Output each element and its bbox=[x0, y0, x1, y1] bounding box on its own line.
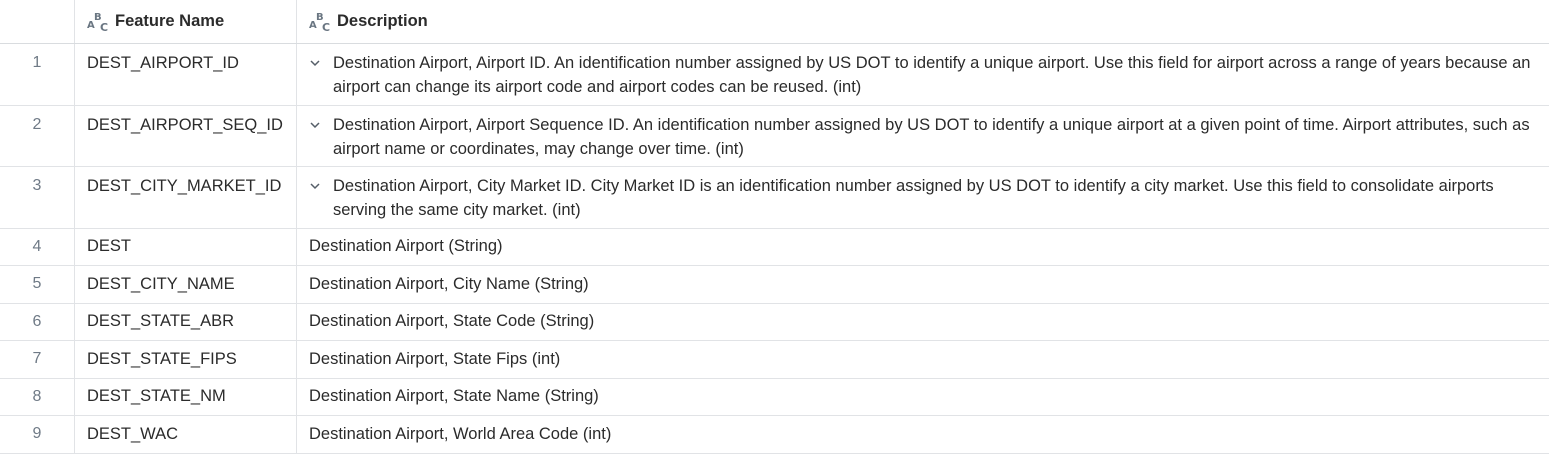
table-row[interactable]: 3 DEST_CITY_MARKET_ID Destination Airpor… bbox=[0, 167, 1549, 229]
feature-name-cell[interactable]: DEST_STATE_FIPS bbox=[75, 341, 297, 378]
row-number: 5 bbox=[0, 266, 75, 303]
table-row[interactable]: 9 DEST_WAC Destination Airport, World Ar… bbox=[0, 416, 1549, 454]
row-number: 7 bbox=[0, 341, 75, 378]
table-row[interactable]: 6 DEST_STATE_ABR Destination Airport, St… bbox=[0, 303, 1549, 341]
abc-text-type-icon: ABC bbox=[309, 11, 331, 34]
description-cell[interactable]: Destination Airport, City Market ID. Cit… bbox=[297, 167, 1549, 228]
table-row[interactable]: 7 DEST_STATE_FIPS Destination Airport, S… bbox=[0, 341, 1549, 379]
table-header-row: ABC Feature Name ABC Description bbox=[0, 0, 1549, 44]
table-row[interactable]: 2 DEST_AIRPORT_SEQ_ID Destination Airpor… bbox=[0, 105, 1549, 167]
feature-name-cell[interactable]: DEST_AIRPORT_SEQ_ID bbox=[75, 105, 297, 166]
description-cell[interactable]: Destination Airport, Airport Sequence ID… bbox=[297, 106, 1549, 167]
feature-name-cell[interactable]: DEST_WAC bbox=[75, 416, 297, 453]
abc-text-type-icon: ABC bbox=[87, 11, 109, 34]
table-row[interactable]: 4 DEST Destination Airport (String) bbox=[0, 228, 1549, 266]
table-row[interactable]: 8 DEST_STATE_NM Destination Airport, Sta… bbox=[0, 378, 1549, 416]
description-cell[interactable]: Destination Airport, State Name (String) bbox=[297, 379, 1549, 416]
row-number: 4 bbox=[0, 228, 75, 265]
chevron-down-icon[interactable] bbox=[309, 57, 321, 69]
description-cell[interactable]: Destination Airport, State Fips (int) bbox=[297, 341, 1549, 378]
feature-name-cell[interactable]: DEST bbox=[75, 228, 297, 265]
row-number: 8 bbox=[0, 378, 75, 415]
data-table: ABC Feature Name ABC Description 1 DEST_… bbox=[0, 0, 1549, 454]
row-number: 2 bbox=[0, 105, 75, 166]
description-cell[interactable]: Destination Airport, Airport ID. An iden… bbox=[297, 44, 1549, 105]
table-row[interactable]: 1 DEST_AIRPORT_ID Destination Airport, A… bbox=[0, 44, 1549, 106]
row-number: 9 bbox=[0, 416, 75, 453]
description-cell[interactable]: Destination Airport, State Code (String) bbox=[297, 304, 1549, 341]
feature-name-cell[interactable]: DEST_AIRPORT_ID bbox=[75, 44, 297, 105]
description-text: Destination Airport, Airport ID. An iden… bbox=[333, 54, 1531, 96]
row-number: 3 bbox=[0, 167, 75, 228]
description-cell[interactable]: Destination Airport, World Area Code (in… bbox=[297, 416, 1549, 453]
chevron-down-icon[interactable] bbox=[309, 180, 321, 192]
row-number: 1 bbox=[0, 44, 75, 105]
column-header-feature-name[interactable]: ABC Feature Name bbox=[75, 0, 297, 43]
column-header-description[interactable]: ABC Description bbox=[297, 0, 1549, 43]
description-cell[interactable]: Destination Airport, City Name (String) bbox=[297, 266, 1549, 303]
description-text: Destination Airport, Airport Sequence ID… bbox=[333, 115, 1530, 158]
row-number: 6 bbox=[0, 303, 75, 340]
table-row[interactable]: 5 DEST_CITY_NAME Destination Airport, Ci… bbox=[0, 266, 1549, 304]
description-text: Destination Airport, City Market ID. Cit… bbox=[333, 177, 1494, 219]
column-header-label: Feature Name bbox=[115, 12, 225, 30]
description-cell[interactable]: Destination Airport (String) bbox=[297, 229, 1549, 266]
feature-name-cell[interactable]: DEST_CITY_MARKET_ID bbox=[75, 167, 297, 228]
row-number-header bbox=[0, 0, 75, 43]
column-header-label: Description bbox=[337, 12, 428, 30]
feature-name-cell[interactable]: DEST_STATE_ABR bbox=[75, 303, 297, 340]
feature-name-cell[interactable]: DEST_STATE_NM bbox=[75, 378, 297, 415]
chevron-down-icon[interactable] bbox=[309, 119, 321, 131]
feature-name-cell[interactable]: DEST_CITY_NAME bbox=[75, 266, 297, 303]
